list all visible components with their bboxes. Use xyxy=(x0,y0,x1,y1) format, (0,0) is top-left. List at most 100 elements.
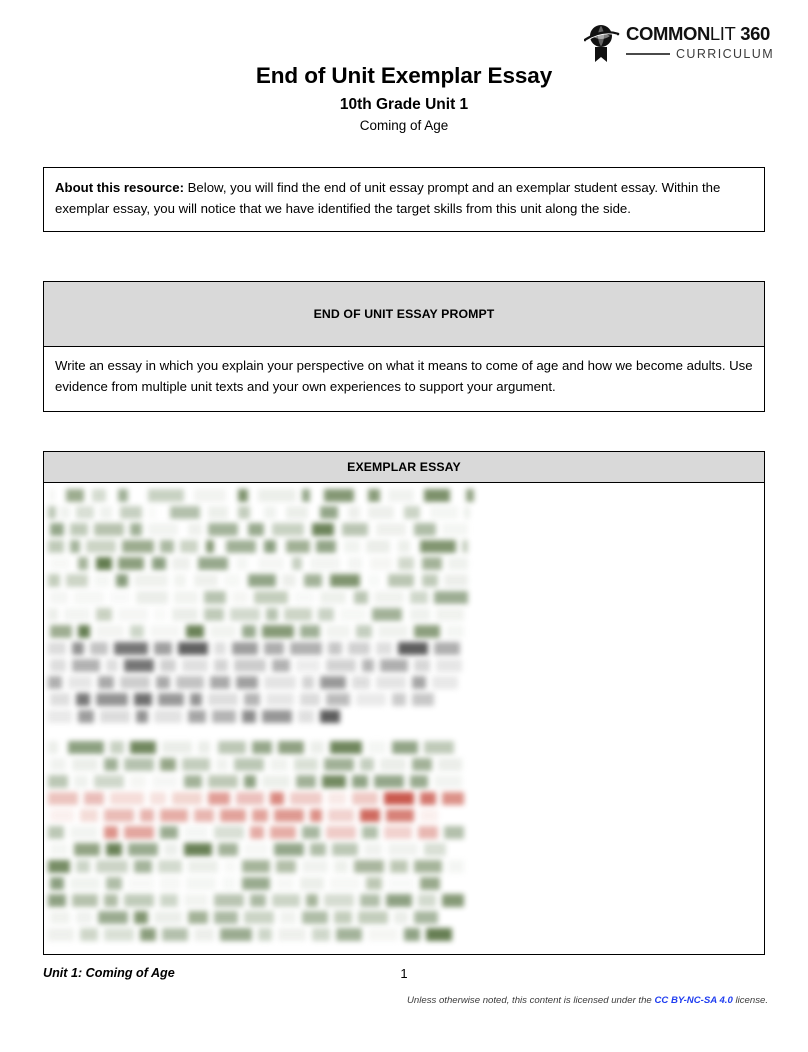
blurred-text-block xyxy=(422,574,438,587)
blurred-text-block xyxy=(160,826,178,839)
blurred-text-block xyxy=(466,489,474,502)
blurred-text-block xyxy=(368,506,394,519)
blurred-text-block xyxy=(344,540,360,553)
blurred-text-block xyxy=(72,758,98,771)
blurred-text-block xyxy=(306,894,318,907)
blurred-text-block xyxy=(218,843,238,856)
blurred-text-block xyxy=(264,642,284,655)
blurred-text-block xyxy=(48,826,64,839)
blurred-text-block xyxy=(242,877,270,890)
blurred-text-block xyxy=(100,710,130,723)
blurred-text-block xyxy=(330,741,362,754)
blurred-text-block xyxy=(124,659,154,672)
blurred-text-block xyxy=(74,843,100,856)
blurred-text-block xyxy=(360,758,374,771)
blurred-text-block xyxy=(194,928,214,941)
blurred-text-block xyxy=(172,557,190,570)
blurred-text-block xyxy=(104,809,134,822)
blurred-text-block xyxy=(96,625,124,638)
blurred-text-block xyxy=(434,591,468,604)
blurred-text-block xyxy=(160,758,176,771)
blurred-text-block xyxy=(444,826,464,839)
blurred-text-block xyxy=(212,710,236,723)
blurred-text-block xyxy=(310,843,326,856)
blurred-text-block xyxy=(76,860,90,873)
blurred-text-block xyxy=(140,928,156,941)
blurred-text-block xyxy=(148,489,184,502)
blurred-text-block xyxy=(204,591,226,604)
license-link[interactable]: CC BY-NC-SA 4.0 xyxy=(654,995,732,1006)
blurred-text-block xyxy=(368,489,380,502)
blurred-text-block xyxy=(374,775,404,788)
blurred-text-block xyxy=(324,758,354,771)
blurred-text-block xyxy=(48,574,60,587)
blurred-text-block xyxy=(278,741,304,754)
blurred-text-block xyxy=(130,741,156,754)
blurred-text-block xyxy=(160,659,176,672)
blurred-text-block xyxy=(188,710,206,723)
blurred-text-block xyxy=(352,775,368,788)
blurred-text-block xyxy=(106,659,118,672)
blurred-text-block xyxy=(394,911,408,924)
blurred-text-block xyxy=(162,928,188,941)
page-subtitle-theme: Coming of Age xyxy=(359,118,449,133)
blurred-text-block xyxy=(392,741,418,754)
blurred-text-block xyxy=(78,557,88,570)
blurred-text-block xyxy=(160,809,188,822)
blurred-text-block xyxy=(76,693,90,706)
blurred-text-block xyxy=(48,792,78,805)
blurred-text-block xyxy=(68,676,92,689)
blurred-text-block xyxy=(66,489,84,502)
footer-page-number: 1 xyxy=(400,966,408,981)
blurred-text-block xyxy=(300,877,324,890)
blurred-text-block xyxy=(356,693,386,706)
page-title: End of Unit Exemplar Essay xyxy=(255,63,553,88)
blurred-text-block xyxy=(220,928,252,941)
blurred-text-block xyxy=(238,489,248,502)
blurred-text-block xyxy=(336,928,362,941)
globe-ribbon-icon xyxy=(583,22,620,64)
blurred-text-block xyxy=(118,489,128,502)
blurred-text-block xyxy=(430,506,458,519)
blurred-text-block xyxy=(252,809,268,822)
about-this-resource-box: About this resource: Below, you will fin… xyxy=(43,167,765,232)
blurred-text-block xyxy=(208,523,238,536)
license-prefix: Unless otherwise noted, this content is … xyxy=(406,995,655,1006)
blurred-text-block xyxy=(340,608,366,621)
blurred-text-block xyxy=(372,608,402,621)
blurred-text-block xyxy=(328,642,342,655)
blurred-text-block xyxy=(70,826,98,839)
blurred-text-block xyxy=(96,860,128,873)
blurred-text-block xyxy=(414,911,438,924)
blurred-text-block xyxy=(96,608,112,621)
blurred-text-block xyxy=(80,928,98,941)
blurred-text-block xyxy=(262,625,294,638)
blurred-text-block xyxy=(286,540,310,553)
blurred-text-block xyxy=(326,826,356,839)
blurred-text-block xyxy=(130,523,142,536)
blurred-text-block xyxy=(302,826,320,839)
blurred-text-block xyxy=(424,741,454,754)
blurred-text-block xyxy=(48,642,66,655)
blurred-text-block xyxy=(94,523,124,536)
blurred-text-block xyxy=(118,608,148,621)
blurred-text-block xyxy=(104,758,118,771)
blurred-text-block xyxy=(436,659,462,672)
blurred-text-block xyxy=(274,809,304,822)
blurred-text-block xyxy=(442,523,468,536)
blurred-text-block xyxy=(70,523,88,536)
blurred-text-block xyxy=(48,741,58,754)
blurred-text-block xyxy=(218,741,246,754)
blurred-text-block xyxy=(206,540,214,553)
blurred-text-block xyxy=(64,608,90,621)
blurred-text-block xyxy=(180,540,198,553)
blurred-text-block xyxy=(426,928,452,941)
exemplar-essay-body: Engaging Introduction that hooks the rea… xyxy=(43,483,765,955)
blurred-text-block xyxy=(50,557,70,570)
blurred-text-block xyxy=(392,693,406,706)
blurred-text-block xyxy=(442,894,464,907)
blurred-text-block xyxy=(78,625,90,638)
blurred-text-block xyxy=(312,928,330,941)
document-page: COMMONLIT 360 CURRICULUM End of Unit Exe… xyxy=(0,0,808,1052)
blurred-text-block xyxy=(304,574,322,587)
